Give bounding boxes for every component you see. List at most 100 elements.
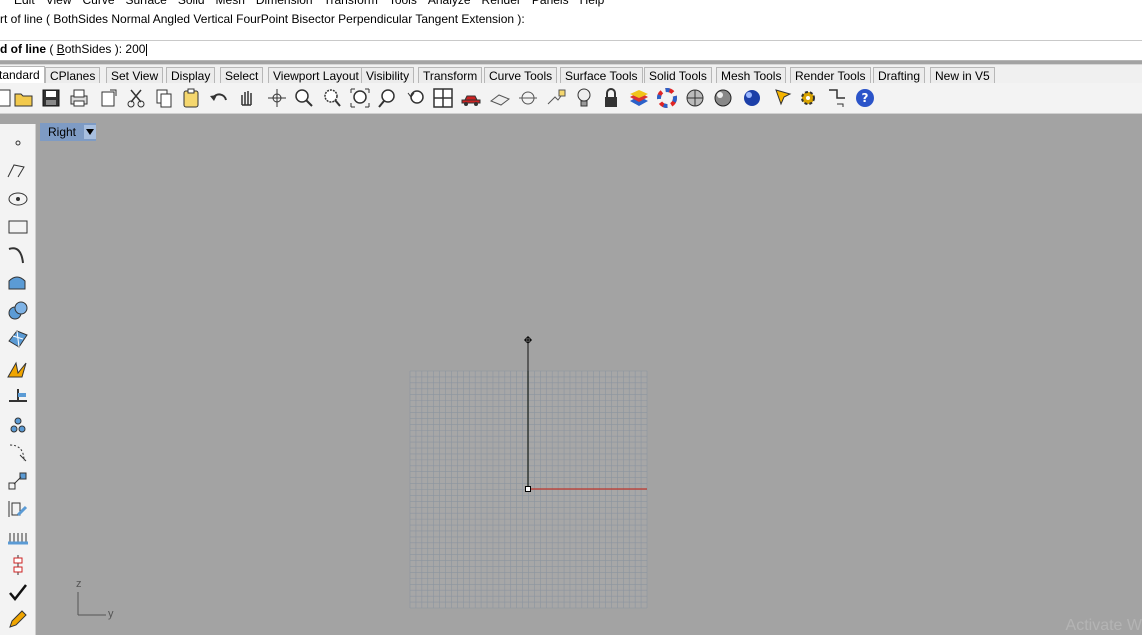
copy-icon[interactable]: [152, 86, 176, 110]
viewport-menu-arrow-icon[interactable]: [84, 125, 96, 139]
prompt-close: ):: [111, 42, 126, 56]
prompt-open: (: [46, 42, 57, 56]
transform-icon[interactable]: [4, 468, 32, 494]
light-bulb-icon[interactable]: [572, 86, 596, 110]
menu-analyze[interactable]: Analyze: [428, 0, 471, 8]
group-icon[interactable]: [4, 412, 32, 438]
menu-view[interactable]: View: [46, 0, 72, 8]
tab-transform[interactable]: Transform: [418, 67, 483, 83]
command-history-line: rt of line ( BothSides Normal Angled Ver…: [0, 12, 525, 26]
start-point-marker: [525, 486, 531, 492]
tab-cplanes[interactable]: CPlanes: [45, 67, 101, 83]
rectangle-icon[interactable]: [4, 214, 32, 240]
help-icon[interactable]: ?: [853, 86, 877, 110]
print-icon[interactable]: [67, 86, 91, 110]
explode-icon[interactable]: [4, 356, 32, 382]
tab-curve-tools[interactable]: Curve Tools: [484, 67, 558, 83]
open-icon[interactable]: [12, 86, 36, 110]
tab-render-tools[interactable]: Render Tools: [790, 67, 871, 83]
tab-viewport-layout[interactable]: Viewport Layout: [268, 67, 364, 83]
tab-display[interactable]: Display: [166, 67, 216, 83]
circle-icon[interactable]: [4, 186, 32, 212]
viewport-name: Right: [48, 125, 77, 139]
command-history: rt of line ( BothSides Normal Angled Ver…: [0, 8, 1142, 41]
check-icon[interactable]: [4, 580, 32, 606]
save-icon[interactable]: [39, 86, 63, 110]
tab-set-view[interactable]: Set View: [106, 67, 164, 83]
polyline-icon[interactable]: [4, 158, 32, 184]
cut-icon[interactable]: [124, 86, 148, 110]
undo-view-icon[interactable]: [404, 86, 428, 110]
layers-icon[interactable]: [627, 86, 651, 110]
blue-sphere-icon[interactable]: [740, 86, 764, 110]
menu-help[interactable]: Help: [580, 0, 605, 8]
activate-watermark: Activate W: [1065, 617, 1142, 634]
axis-label-z: z: [76, 578, 82, 590]
rotate-view-icon[interactable]: [265, 86, 289, 110]
menu-bar: Edit View Curve Surface Solid Mesh Dimension Tr…: [0, 0, 1142, 8]
menu-transform[interactable]: Transform: [324, 0, 378, 8]
shaded-sphere-icon[interactable]: [683, 86, 707, 110]
zoom-window-icon[interactable]: [320, 86, 344, 110]
left-toolbar: [0, 124, 36, 635]
grid-icon[interactable]: [4, 526, 32, 552]
prompt-label: d of line: [0, 42, 46, 56]
rendered-sphere-icon[interactable]: [711, 86, 735, 110]
zoom-selected-icon[interactable]: [376, 86, 400, 110]
zoom-dynamic-icon[interactable]: [292, 86, 316, 110]
paste-icon[interactable]: [179, 86, 203, 110]
four-viewports-icon[interactable]: [431, 86, 455, 110]
named-view-icon[interactable]: [544, 86, 568, 110]
tab-select[interactable]: Select: [220, 67, 264, 83]
toolbar-tabs: tandard CPlanes Set View Display Select …: [0, 64, 1142, 84]
viewport-title-tab[interactable]: Right: [40, 123, 96, 141]
surface-icon[interactable]: [4, 270, 32, 296]
car-icon[interactable]: [459, 86, 483, 110]
tab-surface-tools[interactable]: Surface Tools: [560, 67, 643, 83]
option-bothsides[interactable]: othSides: [65, 42, 112, 56]
tab-standard[interactable]: tandard: [0, 66, 45, 84]
cplane-icon[interactable]: [488, 86, 512, 110]
tab-solid-tools[interactable]: Solid Tools: [644, 67, 712, 83]
pan-hand-icon[interactable]: [235, 86, 259, 110]
menu-dimension[interactable]: Dimension: [256, 0, 313, 8]
dimension-icon[interactable]: [4, 382, 32, 408]
menu-mesh[interactable]: Mesh: [216, 0, 245, 8]
edit-icon[interactable]: [4, 606, 32, 632]
color-wheel-icon[interactable]: [655, 86, 679, 110]
option-bothsides-underline[interactable]: B: [57, 42, 65, 56]
mesh-icon[interactable]: [4, 326, 32, 352]
import-icon[interactable]: [97, 86, 121, 110]
menu-solid[interactable]: Solid: [178, 0, 205, 8]
menu-render[interactable]: Render: [482, 0, 521, 8]
menu-panels[interactable]: Panels: [532, 0, 569, 8]
analysis-icon[interactable]: [4, 496, 32, 522]
menu-curve[interactable]: Curve: [82, 0, 114, 8]
command-prompt-line[interactable]: d of line ( BothSides ): 200: [0, 42, 148, 56]
right-viewport[interactable]: Right z y Activate W: [38, 122, 1142, 635]
menu-surface[interactable]: Surface: [126, 0, 167, 8]
options-gear-icon[interactable]: [796, 86, 820, 110]
menu-edit[interactable]: Edit: [14, 0, 35, 8]
tab-mesh-tools[interactable]: Mesh Tools: [716, 67, 787, 83]
viewport-canvas[interactable]: [38, 122, 1142, 635]
align-icon[interactable]: [4, 552, 32, 578]
text-caret: [146, 43, 148, 56]
curve-icon[interactable]: [4, 242, 32, 268]
command-input-value[interactable]: 200: [125, 42, 145, 56]
named-cplane-icon[interactable]: [516, 86, 540, 110]
select-filter-icon[interactable]: [772, 86, 796, 110]
command-prompt[interactable]: d of line ( BothSides ): 200: [0, 41, 1142, 61]
svg-text:?: ?: [862, 91, 869, 105]
menu-tools[interactable]: Tools: [389, 0, 417, 8]
snap-icon[interactable]: [825, 86, 849, 110]
tab-drafting[interactable]: Drafting: [873, 67, 926, 83]
lock-icon[interactable]: [599, 86, 623, 110]
tab-new-in-v5[interactable]: New in V5: [930, 67, 995, 83]
tab-visibility[interactable]: Visibility: [361, 67, 415, 83]
undo-icon[interactable]: [207, 86, 231, 110]
fillet-icon[interactable]: [4, 440, 32, 466]
solid-icon[interactable]: [4, 298, 32, 324]
zoom-extents-icon[interactable]: [348, 86, 372, 110]
point-icon[interactable]: [4, 130, 32, 156]
